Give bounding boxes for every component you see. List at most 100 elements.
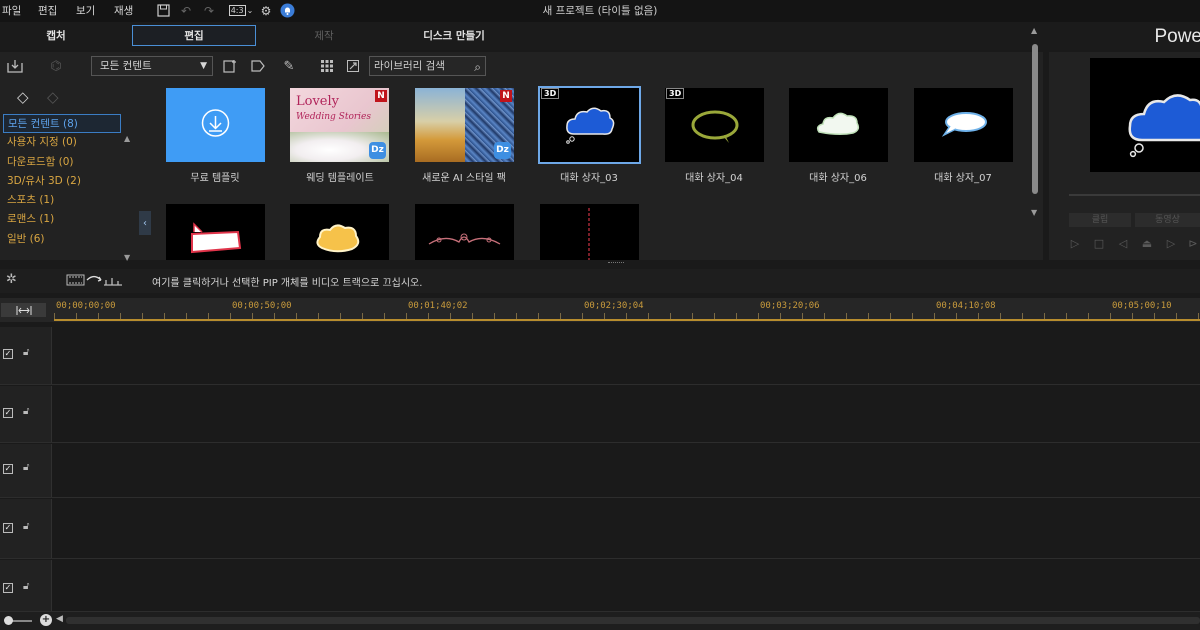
fast-forward-icon[interactable]: ⊳ bbox=[1186, 236, 1200, 250]
grid-view-icon[interactable] bbox=[318, 58, 336, 74]
title-bar: 파일 편집 보기 재생 ↶ ↷ 4:3 ⌄ ⚙ 새 프로젝트 (타이틀 없음) bbox=[0, 0, 1200, 22]
timeline-track-1[interactable]: ✓ 🔓︎ bbox=[0, 327, 1200, 385]
library-item-vertical-bar[interactable] bbox=[540, 204, 639, 260]
add-tag-icon[interactable]: ◇ bbox=[17, 88, 29, 106]
clip-mode-button[interactable]: 클립 bbox=[1069, 213, 1131, 227]
track-enable-checkbox[interactable]: ✓ bbox=[3, 523, 13, 533]
timeline-track-2[interactable]: ✓ 🔓︎ bbox=[0, 386, 1200, 443]
timeline-track-3[interactable]: ✓ 🔓︎ bbox=[0, 444, 1200, 498]
notification-icon[interactable] bbox=[279, 2, 295, 19]
settings-icon[interactable]: ⚙ bbox=[258, 2, 274, 19]
preview-progress-track[interactable] bbox=[1069, 194, 1200, 196]
category-3d[interactable]: 3D/유사 3D (2) bbox=[3, 172, 121, 191]
library-item-ai-style-pack[interactable]: N Dz bbox=[415, 88, 514, 162]
search-icon[interactable]: ⌕ bbox=[474, 58, 481, 76]
category-custom[interactable]: 사용자 지정 (0) bbox=[3, 133, 121, 152]
timeline-ruler[interactable]: 00;00;00;00 00;00;50;00 00;01;40;02 00;0… bbox=[0, 298, 1200, 322]
movie-mode-button[interactable]: 동영상 bbox=[1135, 213, 1200, 227]
category-all-content[interactable]: 모든 컨텐트 (8) bbox=[3, 114, 121, 134]
track-enable-checkbox[interactable]: ✓ bbox=[3, 349, 13, 359]
timeline-track-4[interactable]: ✓ 🔓︎ bbox=[0, 499, 1200, 559]
category-downloaded[interactable]: 다운로드함 (0) bbox=[3, 153, 121, 172]
content-filter-dropdown[interactable]: 모든 컨텐트 ▼ bbox=[91, 56, 213, 76]
web-download-icon[interactable]: ⌬ bbox=[47, 58, 65, 74]
thumb-title-text: Lovely bbox=[296, 94, 339, 109]
remove-tag-icon[interactable]: ◇ bbox=[47, 88, 59, 106]
storyboard-toggle-icon[interactable] bbox=[66, 272, 124, 291]
scroll-down-icon[interactable]: ▼ bbox=[124, 253, 130, 262]
snapshot-icon[interactable]: ⏏ bbox=[1140, 236, 1154, 250]
pencil-icon[interactable]: ✎ bbox=[280, 58, 298, 74]
library-item-dialog-box-06[interactable] bbox=[789, 88, 888, 162]
library-item-dialog-box-03[interactable]: 3D bbox=[538, 86, 641, 164]
add-to-timeline-icon[interactable] bbox=[221, 58, 239, 74]
redo-icon[interactable]: ↷ bbox=[201, 2, 217, 19]
menu-edit[interactable]: 편집 bbox=[38, 3, 57, 18]
track-enable-checkbox[interactable]: ✓ bbox=[3, 408, 13, 418]
library-item-free-template[interactable] bbox=[166, 88, 265, 162]
scroll-left-icon[interactable]: ◀ bbox=[56, 614, 63, 624]
aspect-ratio-dropdown[interactable]: 4:3 ⌄ bbox=[226, 2, 256, 19]
tab-edit[interactable]: 편집 bbox=[132, 25, 256, 46]
tab-capture[interactable]: 캡처 bbox=[0, 25, 112, 46]
category-romance[interactable]: 로맨스 (1) bbox=[3, 210, 121, 229]
lock-icon[interactable]: 🔓︎ bbox=[23, 347, 29, 358]
play-icon[interactable]: ▷ bbox=[1068, 236, 1082, 250]
chevron-down-icon: ⌄ bbox=[246, 6, 254, 15]
track-enable-checkbox[interactable]: ✓ bbox=[3, 583, 13, 593]
dz-badge: Dz bbox=[369, 142, 386, 159]
app-brand: Powe bbox=[1154, 26, 1200, 47]
library-item-dialog-box-04[interactable]: 3D bbox=[665, 88, 764, 162]
menu-file[interactable]: 파일 bbox=[2, 3, 21, 18]
track-enable-checkbox[interactable]: ✓ bbox=[3, 464, 13, 474]
stop-icon[interactable]: □ bbox=[1092, 236, 1106, 250]
lock-icon[interactable]: 🔓︎ bbox=[23, 406, 29, 417]
menu-view[interactable]: 보기 bbox=[76, 3, 95, 18]
save-icon[interactable] bbox=[155, 2, 171, 19]
aspect-ratio-value: 4:3 bbox=[228, 5, 246, 16]
lock-icon[interactable]: 🔓︎ bbox=[23, 581, 29, 592]
previous-frame-icon[interactable]: ◁ bbox=[1116, 236, 1130, 250]
library-item-dialog-box-08[interactable] bbox=[166, 204, 265, 260]
collapse-panel-button[interactable]: ‹ bbox=[139, 211, 151, 235]
magic-tools-icon[interactable]: ✲ bbox=[6, 272, 17, 287]
panel-resize-handle[interactable] bbox=[608, 262, 624, 265]
category-sports[interactable]: 스포츠 (1) bbox=[3, 191, 121, 210]
library-item-label: 대화 상자_03 bbox=[560, 173, 618, 184]
insert-clip-icon[interactable] bbox=[249, 58, 267, 74]
import-media-icon[interactable] bbox=[6, 58, 24, 74]
library-item-ornament[interactable] bbox=[415, 204, 514, 260]
library-scrollbar-thumb[interactable] bbox=[1032, 44, 1038, 194]
cloud-bubble-icon bbox=[316, 224, 360, 253]
download-icon bbox=[201, 109, 230, 137]
library-search-input[interactable]: 라이브러리 검색 ⌕ bbox=[369, 56, 486, 76]
tab-produce[interactable]: 제작 bbox=[262, 25, 386, 46]
library-scrollbar[interactable]: ▲ ▼ bbox=[1031, 26, 1039, 217]
library-item-label: 대화 상자_04 bbox=[685, 173, 743, 184]
scroll-up-icon[interactable]: ▲ bbox=[124, 134, 130, 143]
zoom-slider[interactable] bbox=[10, 620, 32, 622]
timeline-horizontal-scrollbar[interactable] bbox=[66, 617, 1200, 624]
zoom-slider-knob[interactable] bbox=[4, 616, 13, 625]
lock-icon[interactable]: 🔓︎ bbox=[23, 462, 29, 473]
expand-icon[interactable] bbox=[344, 58, 362, 74]
category-scrollbar[interactable]: ▲ ▼ bbox=[122, 134, 132, 262]
menu-playback[interactable]: 재생 bbox=[114, 3, 133, 18]
timeline-track-5[interactable]: ✓ 🔓︎ bbox=[0, 560, 1200, 612]
library-toolbar: ⌬ 모든 컨텐트 ▼ ✎ 라이브러리 검색 ⌕ bbox=[0, 52, 1043, 80]
library-item-label: 대화 상자_06 bbox=[809, 173, 867, 184]
category-general[interactable]: 일반 (6) bbox=[3, 230, 121, 249]
lock-icon[interactable]: 🔓︎ bbox=[23, 521, 29, 532]
library-item-dialog-box-07[interactable] bbox=[914, 88, 1013, 162]
tab-create-disc[interactable]: 디스크 만들기 bbox=[392, 25, 516, 46]
library-item-dialog-box-09[interactable] bbox=[290, 204, 389, 260]
scroll-up-icon[interactable]: ▲ bbox=[1031, 26, 1037, 35]
zoom-in-icon[interactable]: + bbox=[40, 614, 52, 626]
scroll-down-icon[interactable]: ▼ bbox=[1031, 208, 1037, 217]
fit-timeline-button[interactable] bbox=[1, 303, 46, 317]
undo-icon[interactable]: ↶ bbox=[178, 2, 194, 19]
next-frame-icon[interactable]: ▷ bbox=[1164, 236, 1178, 250]
library-item-wedding-template[interactable]: Lovely Wedding Stories N Dz bbox=[290, 88, 389, 162]
library-search-placeholder: 라이브러리 검색 bbox=[374, 60, 445, 72]
preview-panel: 클립 동영상 ▷ □ ◁ ⏏ ▷ ⊳ bbox=[1049, 52, 1200, 260]
